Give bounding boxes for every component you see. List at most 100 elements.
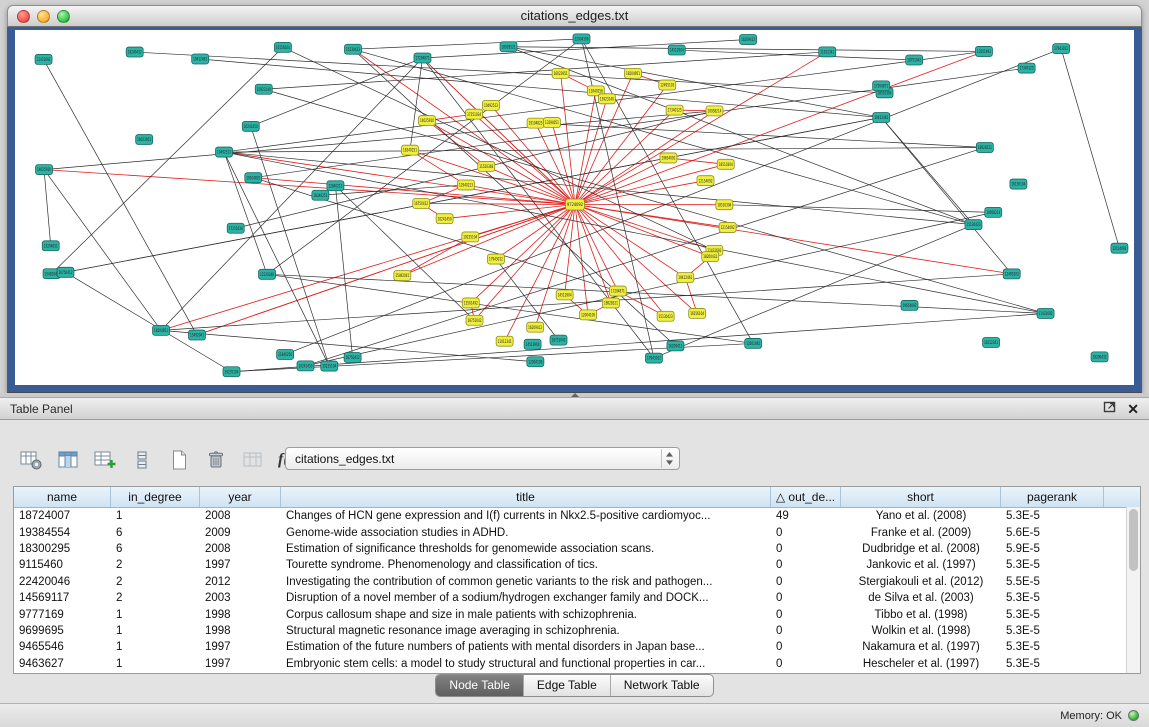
network-node[interactable]: 19104825: [527, 118, 544, 128]
network-node[interactable]: 17251034: [227, 223, 244, 233]
table-vertical-scrollbar[interactable]: [1126, 507, 1140, 673]
table-selector-dropdown[interactable]: citations_edges.txt: [285, 447, 680, 470]
network-node[interactable]: 12940213: [327, 181, 344, 191]
network-node[interactable]: 14512904: [556, 290, 573, 300]
network-node[interactable]: 19235104: [321, 361, 338, 371]
column-header-year[interactable]: year: [200, 487, 281, 507]
network-node[interactable]: 13501492: [975, 46, 992, 56]
network-node[interactable]: 12004109: [580, 310, 597, 320]
network-node[interactable]: 16023951: [552, 68, 569, 78]
network-node[interactable]: 18200432: [702, 252, 719, 262]
delete-table-icon[interactable]: [203, 447, 229, 473]
zoom-button[interactable]: [57, 10, 70, 23]
network-node[interactable]: 10958214: [706, 106, 723, 116]
network-node[interactable]: 15492041: [394, 271, 411, 281]
network-node[interactable]: 18200432: [126, 47, 143, 57]
tab-node-table[interactable]: Node Table: [436, 675, 523, 696]
network-node[interactable]: 14025910: [36, 165, 53, 175]
window-titlebar[interactable]: citations_edges.txt: [7, 5, 1142, 27]
network-node[interactable]: 11520348: [259, 269, 276, 279]
network-node[interactable]: 12154092: [697, 176, 714, 186]
network-node[interactable]: 16156104: [689, 308, 706, 318]
network-node[interactable]: 11840256: [277, 350, 294, 360]
table-row[interactable]: 1872400712008Changes of HCN gene express…: [14, 508, 1140, 524]
tab-edge-table[interactable]: Edge Table: [523, 675, 610, 696]
network-node[interactable]: 10241450: [297, 361, 314, 371]
network-node[interactable]: 18510304: [717, 159, 734, 169]
network-node[interactable]: 19412461: [192, 54, 209, 64]
network-node[interactable]: 16750412: [344, 352, 361, 362]
table-mode-icon[interactable]: [18, 447, 44, 473]
network-node[interactable]: 19235104: [223, 367, 240, 377]
column-header-pagerank[interactable]: pagerank: [1001, 487, 1104, 507]
network-node[interactable]: 13294051: [42, 241, 59, 251]
network-node[interactable]: 14512904: [524, 339, 541, 349]
network-node[interactable]: 16750412: [57, 267, 74, 277]
network-node[interactable]: 12004109: [527, 357, 544, 367]
network-node[interactable]: 18751042: [466, 315, 483, 325]
table-row[interactable]: 946362711997Embryonic stem cells: a mode…: [14, 656, 1140, 672]
network-node[interactable]: 12154092: [719, 222, 736, 232]
table-row[interactable]: 1938455462009Genome-wide association stu…: [14, 524, 1140, 540]
float-panel-icon[interactable]: [1103, 400, 1117, 418]
network-node[interactable]: 11431692: [1037, 309, 1054, 319]
network-node[interactable]: 18928521: [500, 42, 517, 52]
network-node[interactable]: 16209412: [740, 34, 757, 44]
close-button[interactable]: [17, 10, 30, 23]
network-node[interactable]: 17204871: [609, 286, 626, 296]
network-node[interactable]: 18928521: [976, 142, 993, 152]
network-node[interactable]: 18204951: [153, 325, 170, 335]
network-node[interactable]: 18340251: [402, 145, 419, 155]
network-node[interactable]: 17340125: [666, 105, 683, 115]
column-header-short[interactable]: short: [841, 487, 1001, 507]
network-node[interactable]: 18928521: [602, 298, 619, 308]
network-node[interactable]: 13294051: [543, 118, 560, 128]
network-node[interactable]: 11012341: [983, 338, 1000, 348]
network-node[interactable]: 19412461: [873, 112, 890, 122]
new-column-icon[interactable]: [92, 447, 118, 473]
tab-network-table[interactable]: Network Table: [610, 675, 713, 696]
show-columns-icon[interactable]: [55, 447, 81, 473]
network-node[interactable]: 17251034: [466, 109, 483, 119]
table-row[interactable]: 911546021997Tourette syndrome. Phenomeno…: [14, 557, 1140, 573]
network-node[interactable]: 11012341: [819, 47, 836, 57]
network-node[interactable]: 12004109: [573, 34, 590, 44]
network-node[interactable]: 17204871: [873, 81, 890, 91]
network-node[interactable]: 12495103: [659, 80, 676, 90]
network-node[interactable]: 13501492: [745, 338, 762, 348]
network-node[interactable]: 17943012: [487, 254, 504, 264]
network-node[interactable]: 15130423: [345, 44, 362, 54]
network-node[interactable]: 13501492: [462, 298, 479, 308]
import-table-icon[interactable]: [240, 447, 266, 473]
network-node[interactable]: 18340251: [312, 190, 329, 200]
scrollbar-thumb[interactable]: [1129, 509, 1138, 571]
network-node[interactable]: 19412461: [677, 273, 694, 283]
network-node[interactable]: 17340125: [1018, 63, 1035, 73]
network-node[interactable]: 16023951: [136, 135, 153, 145]
table-row[interactable]: 1830029562008Estimation of significance …: [14, 541, 1140, 557]
table-row[interactable]: 977716911998Corpus callosum shape and si…: [14, 606, 1140, 622]
network-node[interactable]: 10241450: [242, 121, 259, 131]
network-node[interactable]: 12495103: [1003, 269, 1020, 279]
column-header-title[interactable]: title: [281, 487, 771, 507]
column-header-name[interactable]: name: [14, 487, 111, 507]
network-node[interactable]: 15130423: [657, 311, 674, 321]
network-node[interactable]: 16156104: [274, 42, 291, 52]
network-node[interactable]: 10241450: [436, 214, 453, 224]
network-hub-node[interactable]: 9724092: [566, 199, 585, 210]
table-row[interactable]: 946554611997Estimation of the future num…: [14, 639, 1140, 655]
close-panel-icon[interactable]: ✕: [1127, 402, 1139, 416]
table-row[interactable]: 1456911722003Disruption of a novel membe…: [14, 590, 1140, 606]
row-tools-icon[interactable]: [129, 447, 155, 473]
network-node[interactable]: 16209412: [667, 341, 684, 351]
network-node[interactable]: 17204871: [414, 53, 431, 63]
network-node[interactable]: 18510304: [716, 200, 733, 210]
network-node[interactable]: 10492513: [216, 147, 233, 157]
network-node[interactable]: 10492513: [482, 100, 499, 110]
network-node[interactable]: 17943012: [645, 353, 662, 363]
network-node[interactable]: 19235104: [462, 232, 479, 242]
network-node[interactable]: 14025910: [418, 116, 435, 126]
network-node[interactable]: 11431692: [35, 54, 52, 64]
network-node[interactable]: 19654092: [660, 153, 677, 163]
network-node[interactable]: 15130423: [965, 220, 982, 230]
